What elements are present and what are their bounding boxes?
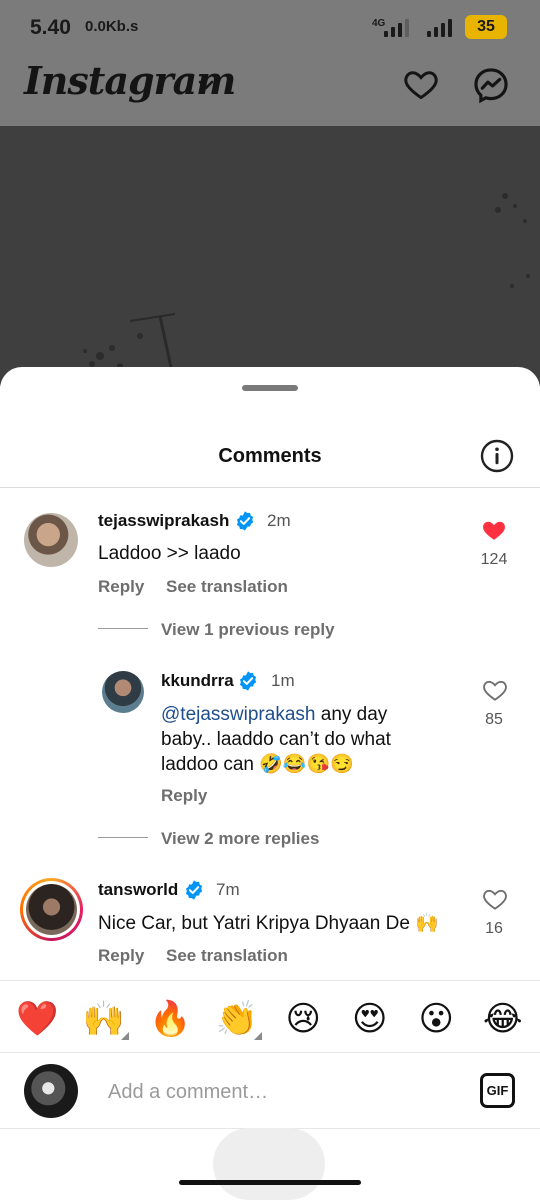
emoji-clap-button[interactable]: 👏: [208, 990, 266, 1048]
chevron-down-icon[interactable]: [196, 78, 216, 92]
emoji-surprised-button[interactable]: 😮: [407, 990, 465, 1048]
reply-button[interactable]: Reply: [98, 577, 144, 597]
comment-time: 7m: [216, 880, 240, 899]
comment-time: 2m: [267, 511, 291, 530]
heart-icon[interactable]: [402, 66, 440, 102]
status-speed: 0.0Kb.s: [85, 18, 139, 35]
info-icon[interactable]: [479, 438, 515, 474]
post-background: [0, 126, 540, 386]
signal-icon: [384, 17, 409, 37]
emoji-heart-eyes-button[interactable]: 😍: [341, 990, 399, 1048]
divider: [0, 487, 540, 488]
status-bar: 5.40 0.0Kb.s 4G 35: [0, 0, 540, 54]
see-translation-button[interactable]: See translation: [166, 946, 288, 966]
comment-text-line: any day: [315, 704, 388, 725]
divider: [98, 837, 148, 838]
avatar[interactable]: [102, 671, 144, 713]
skin-tone-indicator-icon: [120, 1032, 129, 1040]
verified-badge-icon: [185, 880, 203, 900]
comment-time: 1m: [271, 671, 295, 690]
see-translation-button[interactable]: See translation: [166, 577, 288, 597]
comment-text: Nice Car, but Yatri Kripya Dhyaan De 🙌: [98, 913, 439, 934]
emoji-glyph: 👏: [215, 999, 258, 1039]
comment-input[interactable]: [108, 1075, 448, 1109]
reply-button[interactable]: Reply: [161, 786, 207, 806]
avatar-story-ring[interactable]: [20, 878, 83, 941]
verified-badge-icon: [236, 511, 254, 531]
signal-icon: [427, 17, 452, 37]
heart-icon[interactable]: [482, 888, 508, 912]
mention-link[interactable]: @tejasswiprakash: [161, 704, 315, 725]
battery-indicator: 35: [465, 15, 507, 39]
current-user-avatar: [24, 1064, 78, 1118]
view-replies-button[interactable]: View 1 previous reply: [161, 620, 335, 640]
emoji-glyph: 🙌: [82, 999, 125, 1039]
divider: [0, 980, 540, 981]
comment-text-line: laddoo can 🤣😂😘😏: [161, 754, 354, 775]
drag-handle[interactable]: [242, 385, 298, 391]
emoji-crying-button[interactable]: 😢: [274, 990, 332, 1048]
divider: [0, 1052, 540, 1053]
app-header: Instagram: [0, 54, 540, 126]
emoji-fire-button[interactable]: 🔥: [141, 990, 199, 1048]
like-count: 85: [485, 711, 503, 728]
skin-tone-indicator-icon: [253, 1032, 262, 1040]
view-replies-button[interactable]: View 2 more replies: [161, 829, 319, 849]
reply-button[interactable]: Reply: [98, 946, 144, 966]
verified-badge-icon: [239, 671, 257, 691]
comment-username[interactable]: tansworld: [98, 880, 178, 900]
avatar[interactable]: [24, 513, 78, 567]
nav-pill: [213, 1128, 325, 1200]
messenger-icon[interactable]: [472, 66, 510, 104]
emoji-raised-hands-button[interactable]: 🙌: [75, 990, 133, 1048]
heart-filled-icon[interactable]: [481, 519, 507, 543]
divider: [98, 628, 148, 629]
sheet-title: Comments: [218, 445, 322, 467]
comment-text: @tejasswiprakash any day baby.. laaddo c…: [161, 702, 461, 777]
gif-button[interactable]: GIF: [480, 1073, 515, 1108]
like-count: 124: [480, 551, 508, 568]
comment-text: Laddoo >> laado: [98, 543, 241, 564]
status-time: 5.40: [30, 16, 71, 39]
comment-username[interactable]: tejasswiprakash: [98, 511, 229, 531]
avatar: [26, 884, 77, 935]
emoji-laughing-button[interactable]: 😂: [474, 990, 532, 1048]
tree-silhouette: [83, 193, 530, 386]
comment-text-line: baby.. laaddo can’t do what: [161, 729, 391, 750]
emoji-heart-button[interactable]: ❤️: [8, 990, 66, 1048]
emoji-reaction-bar: ❤️ 🙌 🔥 👏 😢 😍 😮 😂: [0, 990, 540, 1048]
comment-username[interactable]: kkundrra: [161, 671, 234, 691]
like-count: 16: [485, 920, 503, 937]
home-indicator[interactable]: [179, 1180, 361, 1185]
heart-icon[interactable]: [482, 679, 508, 703]
